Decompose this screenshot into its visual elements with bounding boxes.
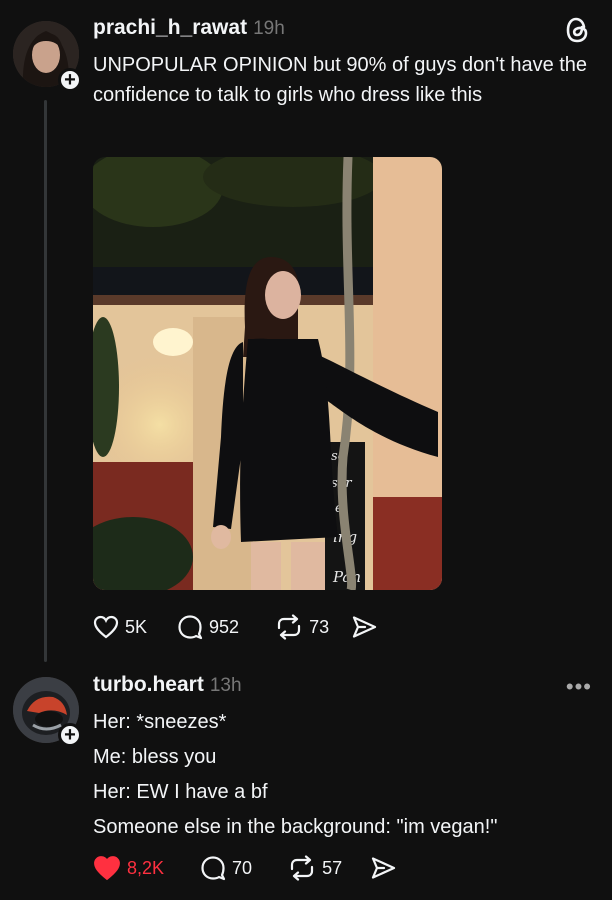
post-text: UNPOPULAR OPINION but 90% of guys don't …	[93, 54, 588, 106]
reply-share-button[interactable]	[370, 856, 402, 880]
post-time: 19h	[253, 18, 285, 39]
post-header: prachi_h_rawat 19h	[93, 16, 285, 40]
heart-icon	[93, 615, 119, 639]
reply-like-button[interactable]: 8,2K	[93, 855, 164, 881]
share-button[interactable]	[351, 615, 383, 639]
comment-button[interactable]: 952	[177, 614, 239, 640]
reply-actions: 8,2K 70 57	[93, 855, 432, 881]
reply-repost-button[interactable]: 57	[288, 855, 342, 881]
post-image[interactable]: se ser e ing Pan	[93, 157, 442, 590]
reply-line: Me: bless you	[93, 746, 217, 768]
reply-text: Her: *sneezes* Me: bless you Her: EW I h…	[93, 705, 593, 845]
reply-comment-count: 70	[232, 857, 253, 878]
post-username[interactable]: prachi_h_rawat	[93, 16, 247, 39]
reply-line: Her: *sneezes*	[93, 711, 227, 733]
send-icon	[371, 857, 396, 879]
reply-follow-plus-button[interactable]: +	[58, 723, 82, 747]
reply-like-count: 8,2K	[127, 857, 165, 878]
repost-button[interactable]: 73	[275, 614, 329, 640]
like-button[interactable]: 5K	[93, 615, 147, 639]
reply-comment-button[interactable]: 70	[200, 855, 252, 881]
repost-count: 73	[309, 616, 330, 637]
more-dots-icon[interactable]: •••	[566, 674, 592, 700]
repost-icon	[290, 855, 314, 881]
like-count: 5K	[125, 616, 148, 637]
comment-count: 952	[209, 616, 240, 637]
comment-bubble-icon	[178, 615, 203, 640]
follow-plus-button[interactable]: +	[58, 68, 82, 92]
send-icon	[353, 616, 377, 638]
reply-time: 13h	[209, 675, 242, 696]
reply-header: turbo.heart 13h	[93, 673, 242, 697]
threads-logo-icon[interactable]	[565, 16, 591, 49]
thread-connector-line	[44, 100, 47, 662]
reply-repost-count: 57	[322, 857, 343, 878]
repost-icon	[277, 614, 301, 640]
heart-filled-icon	[94, 856, 120, 881]
post-actions: 5K 952 73	[93, 614, 413, 640]
reply-username[interactable]: turbo.heart	[93, 673, 204, 696]
comment-bubble-icon	[201, 856, 226, 881]
reply-line: Someone else in the background: "im vega…	[93, 816, 498, 838]
reply-line: Her: EW I have a bf	[93, 781, 268, 803]
